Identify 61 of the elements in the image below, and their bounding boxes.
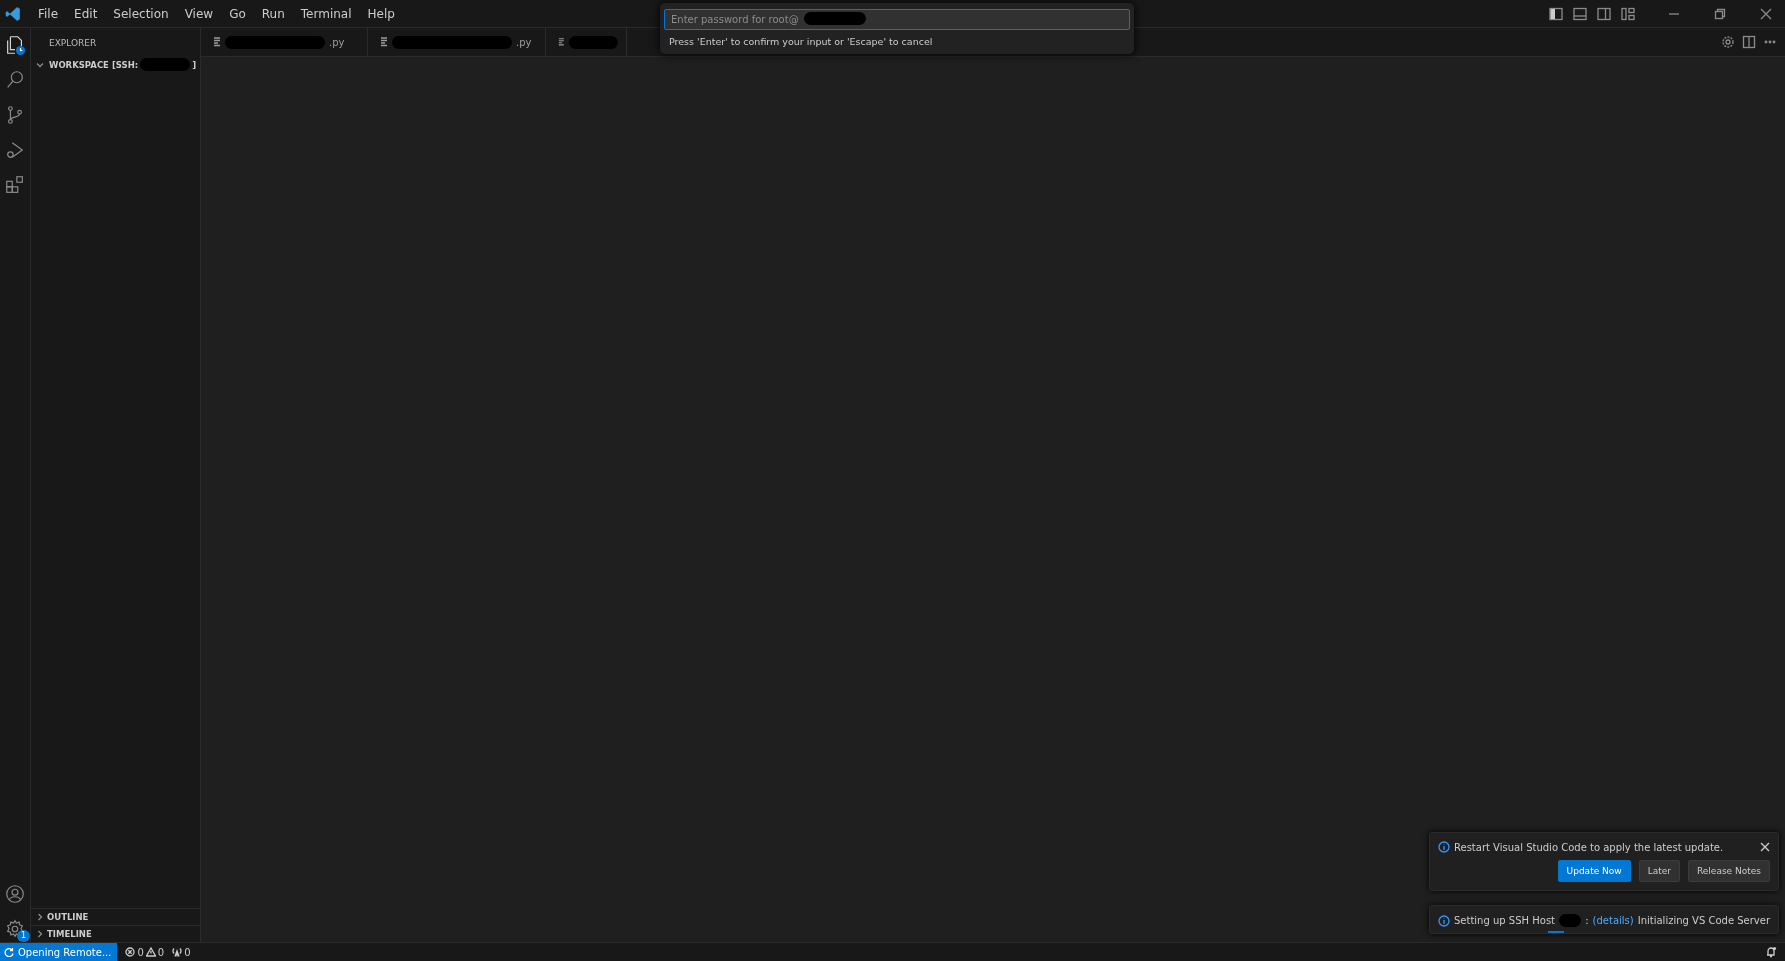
error-icon: [125, 947, 136, 957]
extensions-icon[interactable]: [4, 174, 26, 196]
notification-badge: 1: [16, 930, 30, 942]
ports-indicator[interactable]: 0: [172, 946, 191, 958]
menu-item[interactable]: Edit: [66, 3, 106, 24]
menu-item[interactable]: Terminal: [292, 3, 360, 24]
input-hint: Press 'Enter' to confirm your input or 'Escape' to cancel: [668, 35, 934, 47]
password-field[interactable]: Enter password for root@: [664, 9, 1130, 30]
workspace-label-end: ]: [192, 59, 197, 70]
menu-item[interactable]: View: [176, 3, 222, 24]
notification-button[interactable]: Release Notes: [1687, 860, 1770, 882]
close-icon[interactable]: [1760, 842, 1770, 852]
section-header[interactable]: OUTLINE: [31, 908, 200, 925]
sync-icon: [4, 947, 14, 957]
notification-button[interactable]: Update Now: [1557, 860, 1631, 882]
notification-message: Setting up SSH Host: [1454, 915, 1555, 926]
menu-item[interactable]: Selection: [105, 3, 177, 24]
workspace-label: WORKSPACE [SSH:: [49, 59, 139, 70]
close-icon[interactable]: [1759, 6, 1773, 21]
toggle-sidebar-icon[interactable]: [1549, 6, 1563, 21]
info-icon: [1438, 841, 1450, 853]
tab-label: .py: [329, 36, 345, 48]
problems-indicator[interactable]: 0 0: [125, 946, 165, 958]
explorer-icon[interactable]: [4, 34, 26, 56]
menu-item[interactable]: Go: [221, 3, 254, 24]
section-label: TIMELINE: [47, 929, 92, 939]
settings-icon[interactable]: [4, 918, 26, 940]
account-icon[interactable]: [4, 883, 26, 905]
remote-indicator[interactable]: Opening Remote...: [0, 943, 118, 961]
app-logo-icon: [5, 5, 21, 22]
run-debug-icon[interactable]: [4, 139, 26, 161]
redaction-mark: [1559, 914, 1582, 927]
bell-icon[interactable]: [1765, 946, 1777, 958]
menu-item[interactable]: Run: [253, 3, 293, 24]
notification-message: :: [1585, 915, 1589, 926]
layout-icon[interactable]: [1621, 6, 1635, 21]
menu-item[interactable]: Help: [359, 3, 403, 24]
menu-item[interactable]: File: [30, 3, 67, 24]
redaction-mark: [140, 58, 191, 71]
toggle-panel-icon[interactable]: [1573, 6, 1587, 21]
details-link[interactable]: (details): [1592, 915, 1634, 926]
file-icon: [380, 37, 388, 47]
redaction-mark: [569, 35, 619, 49]
notification-button[interactable]: Later: [1638, 860, 1680, 882]
settings-icon[interactable]: [1721, 35, 1735, 49]
warning-icon: [145, 947, 156, 957]
toggle-secondary-sidebar-icon[interactable]: [1597, 6, 1611, 21]
notification-message: Restart Visual Studio Code to apply the latest update.: [1454, 841, 1724, 853]
progress-indicator: [1548, 931, 1564, 933]
notification-message: Initializing VS Code Server: [1637, 915, 1770, 926]
sidebar-title: EXPLORER: [48, 37, 98, 50]
tab-label: .py: [516, 36, 532, 48]
file-icon: [558, 37, 566, 47]
section-label: OUTLINE: [47, 912, 89, 922]
info-icon: [1438, 914, 1450, 927]
workspace-header[interactable]: WORKSPACE [SSH: ]: [31, 56, 200, 73]
antenna-icon: [172, 947, 183, 957]
redaction-mark: [804, 12, 866, 25]
split-editor-icon[interactable]: [1742, 35, 1756, 49]
file-icon: [213, 37, 221, 47]
restore-icon[interactable]: [1713, 6, 1727, 21]
